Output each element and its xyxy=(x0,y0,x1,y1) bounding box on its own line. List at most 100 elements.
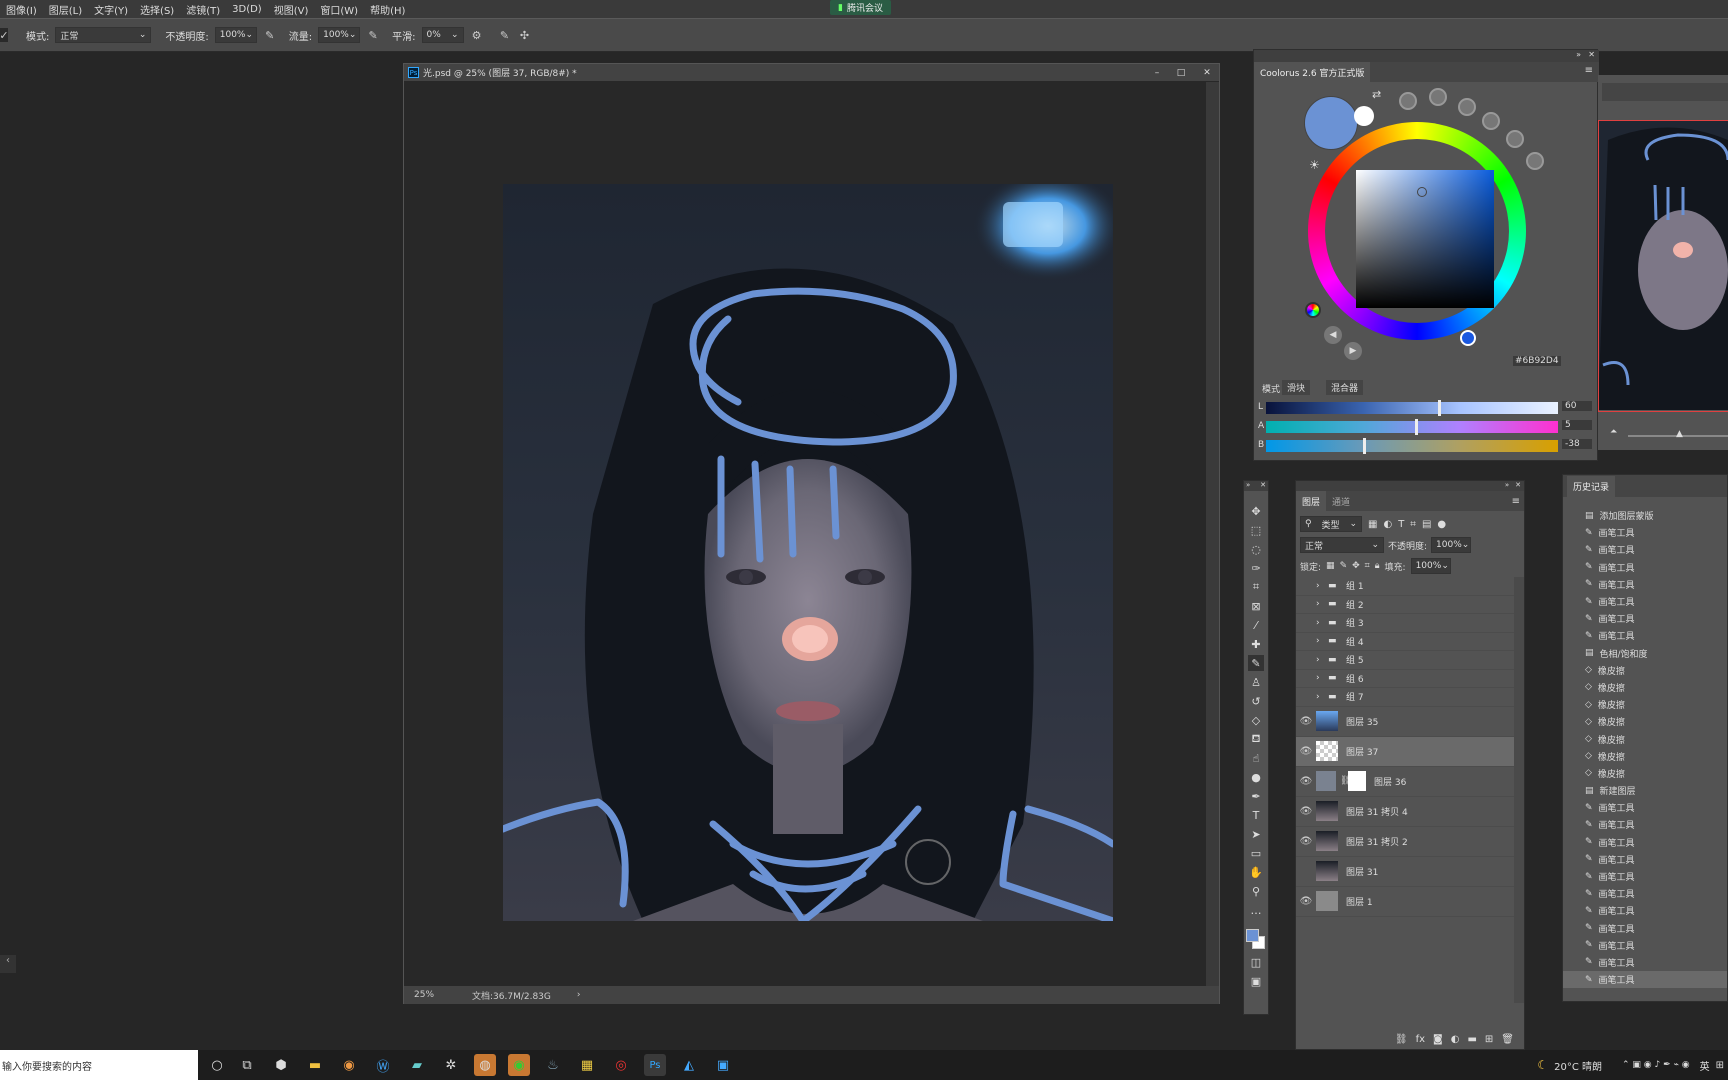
slider-l-value[interactable]: 60 xyxy=(1562,401,1592,411)
lock-all-icon[interactable]: 🔒︎ xyxy=(1375,561,1380,571)
new-layer-icon[interactable]: ⊞ xyxy=(1485,1034,1493,1045)
eye-icon[interactable]: 👁︎ xyxy=(1296,746,1316,757)
history-item[interactable]: ✎ 画笔工具 xyxy=(1563,576,1727,593)
history-item[interactable]: ✎ 画笔工具 xyxy=(1563,610,1727,627)
chevron-right-icon[interactable]: › xyxy=(1316,636,1328,646)
weather-text[interactable]: 20°C 晴朗 xyxy=(1554,1058,1602,1073)
chevron-right-icon[interactable]: › xyxy=(1316,618,1328,628)
marquee-tool-icon[interactable]: ⬚ xyxy=(1248,522,1264,538)
lock-move-icon[interactable]: ✥ xyxy=(1352,561,1360,571)
filter-adjust-icon[interactable]: ◐ xyxy=(1383,519,1392,530)
history-item[interactable]: ✎ 画笔工具 xyxy=(1563,541,1727,558)
harmony-icon-3[interactable] xyxy=(1458,98,1476,116)
chevron-right-icon[interactable]: › xyxy=(1316,655,1328,665)
history-item[interactable]: ✎ 画笔工具 xyxy=(1563,627,1727,644)
previous-color-swatch[interactable] xyxy=(1354,106,1374,126)
layer-row[interactable]: 👁︎ 图层 31 拷贝 4 xyxy=(1296,797,1514,827)
lasso-tool-icon[interactable]: ◌ xyxy=(1248,541,1264,557)
fill-field[interactable]: 100% ⌄ xyxy=(1410,558,1451,574)
menu-icon[interactable]: ≡ xyxy=(1585,65,1593,76)
close-icon[interactable]: ✕ xyxy=(1195,68,1219,78)
dodge-tool-icon[interactable]: ● xyxy=(1248,769,1264,785)
history-item[interactable]: ✎ 画笔工具 xyxy=(1563,954,1727,971)
layer-group-row[interactable]: › ▬ 组 3 xyxy=(1296,614,1514,633)
artwork-canvas[interactable] xyxy=(503,184,1113,921)
history-brush-tool-icon[interactable]: ↺ xyxy=(1248,693,1264,709)
swap-icon[interactable]: ⇄ xyxy=(1372,88,1381,101)
menu-item-layer[interactable]: 图层(L) xyxy=(43,2,88,17)
history-item[interactable]: ✎ 画笔工具 xyxy=(1563,885,1727,902)
menu-item-window[interactable]: 窗口(W) xyxy=(314,2,364,17)
slider-b-value[interactable]: -38 xyxy=(1562,439,1592,449)
menu-item-select[interactable]: 选择(S) xyxy=(134,2,180,17)
filter-shape-icon[interactable]: ⌗ xyxy=(1410,519,1416,530)
current-color-swatch[interactable] xyxy=(1304,96,1358,150)
app-icon-1[interactable]: ⬢ xyxy=(270,1054,292,1076)
history-item[interactable]: ◇ 橡皮擦 xyxy=(1563,765,1727,782)
history-item[interactable]: ✎ 画笔工具 xyxy=(1563,937,1727,954)
app-icon-wave[interactable]: ◭ xyxy=(678,1054,700,1076)
app-icon-settings[interactable]: ✲ xyxy=(440,1054,462,1076)
mode-sliders-button[interactable]: 滑块 xyxy=(1282,380,1311,395)
pressure-opacity-icon[interactable]: ✎ xyxy=(263,28,277,42)
collapse-icon[interactable]: » xyxy=(1246,481,1250,491)
foreground-color[interactable] xyxy=(1246,929,1259,942)
opacity-field[interactable]: 100% ⌄ xyxy=(214,27,257,43)
tray-icons[interactable]: ⌃ ▣ ◉ ♪ ✒ ⌁ ◉ xyxy=(1622,1060,1690,1070)
doc-info[interactable]: 文档:36.7M/2.83G xyxy=(472,989,551,1002)
healing-tool-icon[interactable]: ✚ xyxy=(1248,636,1264,652)
netease-music-icon[interactable]: ◎ xyxy=(610,1054,632,1076)
flow-field[interactable]: 100% ⌄ xyxy=(318,27,361,43)
collapse-icon[interactable]: » xyxy=(1505,481,1509,491)
frame-tool-icon[interactable]: ⊠ xyxy=(1248,598,1264,614)
layer-opacity-field[interactable]: 100% ⌄ xyxy=(1431,537,1472,553)
path-select-tool-icon[interactable]: ➤ xyxy=(1248,826,1264,842)
gamut-icon[interactable] xyxy=(1305,302,1321,318)
vertical-scrollbar[interactable] xyxy=(1206,82,1219,986)
eraser-tool-icon[interactable]: ◇ xyxy=(1248,712,1264,728)
trash-icon[interactable]: 🗑︎ xyxy=(1501,1034,1514,1045)
filter-smart-icon[interactable]: ▤ xyxy=(1422,519,1431,530)
collapse-icon[interactable]: » xyxy=(1576,50,1581,59)
steam-icon[interactable]: ♨ xyxy=(542,1054,564,1076)
slider-b-thumb[interactable] xyxy=(1363,438,1366,454)
layer-row[interactable]: 图层 31 xyxy=(1296,857,1514,887)
document-title-bar[interactable]: Ps 光.psd @ 25% (图层 37, RGB/8#) * – □ ✕ xyxy=(404,64,1219,81)
menu-icon[interactable]: ≡ xyxy=(1512,496,1524,507)
taskbar-search-box[interactable]: 输入你要搜索的内容 xyxy=(0,1050,198,1080)
layer-group-row[interactable]: › ▬ 组 6 xyxy=(1296,670,1514,688)
hue-picker-cursor[interactable] xyxy=(1460,330,1476,346)
eye-icon[interactable]: 👁︎ xyxy=(1296,776,1316,787)
slider-a-thumb[interactable] xyxy=(1415,419,1418,435)
chevron-right-icon[interactable]: › xyxy=(1316,673,1328,683)
zoom-slider-thumb[interactable]: ▲ xyxy=(1676,429,1683,439)
prev-icon[interactable]: ◀ xyxy=(1324,326,1342,344)
tab-layers[interactable]: 图层 xyxy=(1296,491,1327,511)
screen-mode-icon[interactable]: ▣ xyxy=(1248,973,1264,989)
eye-icon[interactable]: 👁︎ xyxy=(1296,896,1316,907)
shape-tool-icon[interactable]: ▭ xyxy=(1248,845,1264,861)
adjustment-icon[interactable]: ◐ xyxy=(1451,1034,1460,1045)
quick-mask-icon[interactable]: ◫ xyxy=(1248,954,1264,970)
smudge-tool-icon[interactable]: ☝ xyxy=(1248,750,1264,766)
app-icon-qq[interactable]: ◍ xyxy=(474,1054,496,1076)
layer-group-row[interactable]: › ▬ 组 7 xyxy=(1296,688,1514,707)
cortana-icon[interactable]: ○ xyxy=(206,1054,228,1076)
close-icon[interactable]: ✕ xyxy=(1515,481,1521,491)
eyedropper-tool-icon[interactable]: ⁄ xyxy=(1248,617,1264,633)
zoom-tool-icon[interactable]: ⚲ xyxy=(1248,883,1264,899)
mode-select[interactable]: 正常 ⌄ xyxy=(55,27,152,43)
minimize-icon[interactable]: – xyxy=(1147,68,1167,78)
more-tools-icon[interactable]: … xyxy=(1248,902,1264,918)
sv-picker-cursor[interactable] xyxy=(1417,187,1427,197)
type-tool-icon[interactable]: T xyxy=(1248,807,1264,823)
filter-toggle-icon[interactable]: ● xyxy=(1437,519,1446,530)
gear-icon[interactable]: ⚙ xyxy=(470,28,484,42)
zoom-level[interactable]: 25% xyxy=(404,990,444,1000)
symmetry-icon[interactable]: ✣ xyxy=(518,28,532,42)
slider-l-track[interactable] xyxy=(1266,402,1558,414)
slider-a-track[interactable] xyxy=(1266,421,1558,433)
harmony-icon-4[interactable] xyxy=(1482,112,1500,130)
navigator-red-frame[interactable] xyxy=(1598,120,1728,412)
filter-pixel-icon[interactable]: ▦ xyxy=(1368,519,1377,530)
